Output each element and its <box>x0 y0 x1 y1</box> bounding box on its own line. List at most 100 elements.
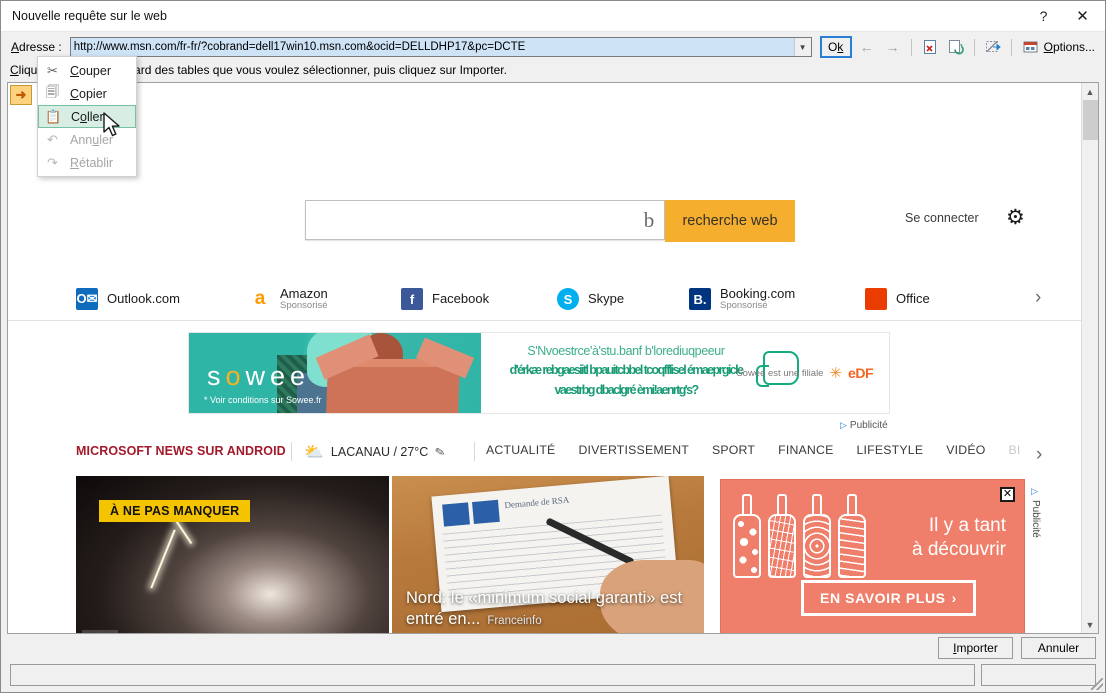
quicklink-sponsored: Sponsorisé <box>720 300 768 312</box>
browser-viewport: ➜ b recherche web Se connecter ⚙ O✉ Outl… <box>7 82 1099 634</box>
ad-choices-icon[interactable]: ▷ <box>1031 487 1041 497</box>
signin-link[interactable]: Se connecter <box>905 211 979 225</box>
quicklinks-bar: O✉ Outlook.com a Amazon Sponsorisé f Fac… <box>8 279 1081 321</box>
lightning-bolt-1 <box>150 529 176 589</box>
scroll-up-icon[interactable]: ▲ <box>1082 83 1099 100</box>
address-combobox[interactable]: http://www.msn.com/fr-fr/?cobrand=dell17… <box>69 37 812 57</box>
import-button[interactable]: Importer <box>938 637 1013 659</box>
menu-label: Copier <box>70 86 107 101</box>
nav-item-divertissement[interactable]: DIVERTISSEMENT <box>578 443 689 457</box>
news-nav-next-chevron-right-icon[interactable]: › <box>1036 444 1042 466</box>
facebook-icon: f <box>401 288 423 310</box>
context-menu-item-couper[interactable]: ✂ Couper <box>38 59 136 82</box>
undo-icon: ↶ <box>47 131 58 147</box>
news-card-storm[interactable]: À NE PAS MANQUER ‹ <box>76 476 389 633</box>
form-logo-1 <box>442 502 470 527</box>
sowee-ad-banner[interactable]: sowee * Voir conditions sur Sowee.fr S'N… <box>188 332 890 414</box>
news-nav-bar: MICROSOFT NEWS SUR ANDROID ⛅ LACANAU / 2… <box>8 438 1081 470</box>
context-menu[interactable]: ✂ Couper 🗐 Copier 📋 Coller ↶ Annuler ↷ R… <box>37 56 137 177</box>
chevron-right-icon: › <box>951 590 957 606</box>
nav-item-video[interactable]: VIDÉO <box>946 443 985 457</box>
cancel-button[interactable]: Annuler <box>1021 637 1096 659</box>
quicklink-outlook[interactable]: O✉ Outlook.com <box>76 279 180 319</box>
news-card-rsa[interactable]: Demande de RSA Nord: le «minimum social … <box>392 476 704 633</box>
menu-label: Rétablir <box>70 155 114 170</box>
learn-more-button[interactable]: EN SAVOIR PLUS › <box>801 580 976 616</box>
msn-page: ➜ b recherche web Se connecter ⚙ O✉ Outl… <box>8 83 1081 633</box>
address-toolbar: Adresse : http://www.msn.com/fr-fr/?cobr… <box>1 32 1105 62</box>
status-row <box>1 662 1105 692</box>
web-query-dialog: Nouvelle requête sur le web ? ✕ Adresse … <box>0 0 1106 693</box>
bottle-icon-4 <box>838 494 866 578</box>
edf-logo: eDF <box>848 365 873 381</box>
quicklinks-next-chevron-right-icon[interactable]: › <box>1035 287 1041 309</box>
nav-item-lifestyle[interactable]: LIFESTYLE <box>857 443 924 457</box>
close-icon[interactable]: ✕ <box>1000 487 1015 502</box>
chevron-down-icon[interactable]: ▼ <box>793 38 811 56</box>
weather-widget[interactable]: ⛅ LACANAU / 27°C ✎ <box>304 442 447 462</box>
help-button[interactable]: ? <box>1027 1 1060 31</box>
table-select-arrow-button[interactable]: ➜ <box>10 85 32 105</box>
nav-item-actualite[interactable]: ACTUALITÉ <box>486 443 555 457</box>
card-source: Franceinfo <box>487 614 542 627</box>
quicklink-sponsored: Sponsorisé <box>280 300 328 312</box>
bordeaux-publicite-label: ▷ Publicité <box>1030 487 1041 538</box>
quicklink-label: Skype <box>588 291 625 307</box>
cta-label: EN SAVOIR PLUS <box>820 590 946 606</box>
ok-button[interactable]: Ok <box>819 36 852 58</box>
news-brand-label[interactable]: MICROSOFT NEWS SUR ANDROID <box>76 444 286 458</box>
ad-choices-icon[interactable]: ▷ <box>840 420 847 431</box>
menu-label: Coller <box>71 109 104 124</box>
pencil-icon[interactable]: ✎ <box>434 444 447 460</box>
sowee-msg-line3: vaestrbg dbaclgré èmi!aenrtg's? <box>554 382 699 397</box>
sowee-msg-line2: d'érkæ rebgaesiitl bpauitcbbel tcoqfflis… <box>509 363 744 378</box>
options-button[interactable]: Options... <box>1019 36 1099 58</box>
scroll-down-icon[interactable]: ▼ <box>1082 616 1099 633</box>
context-menu-item-coller[interactable]: 📋 Coller <box>38 105 136 128</box>
refresh-icon[interactable] <box>945 36 967 58</box>
quicklink-skype[interactable]: S Skype <box>557 279 624 319</box>
close-button[interactable]: ✕ <box>1060 1 1105 31</box>
context-menu-item-copier[interactable]: 🗐 Copier <box>38 82 136 105</box>
nav-item-sport[interactable]: SPORT <box>712 443 755 457</box>
web-search-button[interactable]: recherche web <box>665 200 795 242</box>
scrollbar-thumb[interactable] <box>1083 100 1098 140</box>
stop-icon[interactable] <box>919 36 941 58</box>
scissors-icon: ✂ <box>47 62 58 78</box>
options-label: Options... <box>1043 40 1095 54</box>
quicklink-office[interactable]: Office <box>865 279 930 319</box>
resize-grip[interactable] <box>1091 678 1103 690</box>
quicklink-label: Facebook <box>432 291 490 307</box>
news-category-nav: ACTUALITÉ DIVERTISSEMENT SPORT FINANCE L… <box>486 443 1021 457</box>
tagline-line-1: Il y a tant <box>928 515 1006 536</box>
hide-icons-icon[interactable] <box>982 36 1004 58</box>
sowee-ad-message-area: S'Nvoestrce'à'stu.banf b'lorediuqpeeur d… <box>481 333 889 413</box>
quicklink-amazon[interactable]: a Amazon Sponsorisé <box>249 279 328 319</box>
nav-item-bi[interactable]: BI <box>1009 443 1021 457</box>
status-badge: À NE PAS MANQUER <box>99 500 251 522</box>
nav-item-finance[interactable]: FINANCE <box>778 443 833 457</box>
publicite-text: Publicité <box>849 420 888 431</box>
quicklink-booking[interactable]: B. Booking.com Sponsorisé <box>689 279 795 319</box>
search-input[interactable] <box>306 202 634 238</box>
sowee-ad-message: S'Nvoestrce'à'stu.banf b'lorediuqpeeur d… <box>501 342 751 400</box>
search-box[interactable]: b <box>305 200 665 240</box>
bordeaux-tagline: Il y a tant à découvrir <box>912 514 1006 563</box>
edf-sun-icon: ✳ <box>829 364 843 382</box>
redo-icon: ↷ <box>47 154 58 170</box>
bing-b-icon: b <box>643 207 655 232</box>
gear-icon[interactable]: ⚙ <box>1006 207 1025 228</box>
context-menu-item-annuler: ↶ Annuler <box>38 128 136 151</box>
page-scrollbar[interactable]: ▲ ▼ <box>1081 83 1098 633</box>
outlook-icon: O✉ <box>76 288 98 310</box>
form-logo-2 <box>472 499 500 524</box>
toolbar-divider-2 <box>973 38 975 56</box>
forward-arrow-icon[interactable]: → <box>882 36 904 58</box>
quicklink-facebook[interactable]: f Facebook <box>401 279 489 319</box>
bottle-illustrations <box>733 494 866 578</box>
back-arrow-icon[interactable]: ← <box>856 36 878 58</box>
bordeaux-ad[interactable]: ✕ Il y a tant à découvrir EN SAVOIR PLUS… <box>720 479 1025 633</box>
carousel-prev-chevron-left-icon[interactable]: ‹ <box>82 630 118 633</box>
card-headline: Nord: le «minimum social garanti» est en… <box>406 588 683 628</box>
address-input[interactable]: http://www.msn.com/fr-fr/?cobrand=dell17… <box>70 38 794 56</box>
